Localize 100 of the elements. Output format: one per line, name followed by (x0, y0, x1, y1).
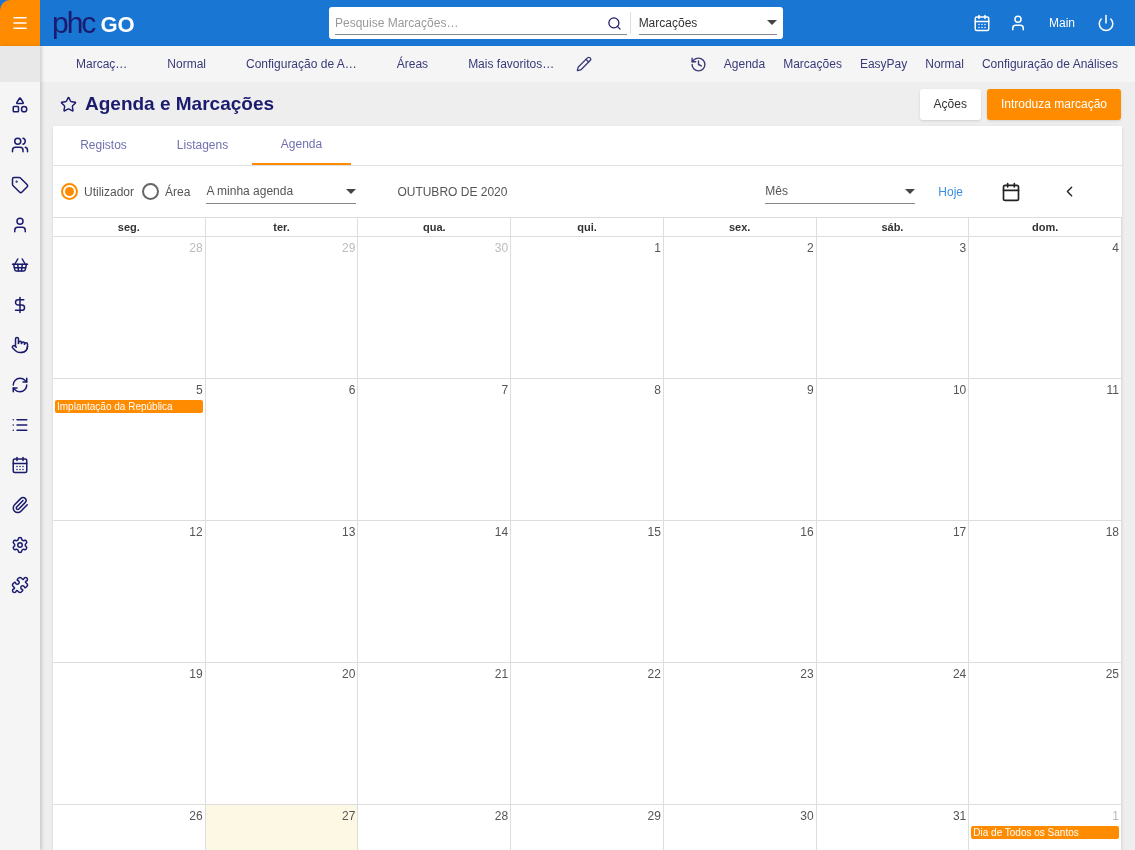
day-number: 28 (494, 808, 510, 825)
day-cell[interactable]: 5 Implantação da República (53, 379, 206, 521)
recent-link[interactable]: Normal (916, 55, 973, 73)
recent-link[interactable]: EasyPay (850, 55, 917, 73)
caret-icon (905, 188, 916, 194)
basket-icon[interactable] (11, 256, 29, 274)
day-number: 31 (952, 808, 968, 825)
day-cell[interactable]: 9 (663, 379, 817, 521)
day-cell[interactable]: 7 (358, 379, 512, 521)
day-cell[interactable]: 27 (205, 805, 359, 850)
day-cell[interactable]: 24 (816, 663, 970, 805)
day-number: 7 (501, 382, 510, 399)
day-cell[interactable]: 6 (205, 379, 359, 521)
day-number: 30 (494, 240, 510, 257)
search-field[interactable]: Pesquise Marcações… (335, 11, 627, 35)
day-cell[interactable]: 14 (358, 521, 512, 663)
search-bar[interactable]: Pesquise Marcações… Marcações (329, 7, 783, 39)
view-dropdown[interactable]: Mês (765, 179, 916, 204)
day-cell[interactable]: 1 (511, 237, 664, 379)
pointer-hand-icon[interactable] (11, 336, 29, 354)
radio-button[interactable] (61, 183, 78, 200)
favorite-link[interactable]: Configuração de A… (226, 55, 377, 73)
actions-button[interactable]: Ações (919, 88, 981, 120)
day-cell[interactable]: 3 (816, 237, 970, 379)
day-cell[interactable]: 10 (816, 379, 970, 521)
day-number: 10 (952, 382, 968, 399)
day-number: 29 (342, 240, 357, 257)
day-number: 12 (189, 524, 204, 541)
power-icon[interactable] (1097, 14, 1115, 32)
day-cell[interactable]: 11 (969, 379, 1122, 521)
day-number: 14 (494, 524, 510, 541)
radio-label[interactable]: Utilizador (84, 182, 134, 201)
weekday-header: seg. (53, 218, 206, 237)
day-cell[interactable]: 13 (205, 521, 359, 663)
search-icon[interactable] (606, 15, 622, 31)
agenda-dropdown[interactable]: A minha agenda (206, 179, 357, 204)
weekday-header: qui. (511, 218, 664, 237)
shapes-icon[interactable] (11, 96, 29, 114)
paperclip-icon[interactable] (11, 496, 29, 514)
day-number: 24 (952, 666, 968, 683)
favorite-star-icon[interactable] (60, 95, 77, 113)
list-icon[interactable] (11, 416, 29, 434)
day-cell[interactable]: 18 (969, 521, 1122, 663)
page-title: Agenda e Marcações (85, 91, 275, 116)
day-cell[interactable]: 30 (663, 805, 817, 850)
calendar-icon[interactable] (1001, 181, 1021, 202)
user-name[interactable]: Main (1049, 14, 1075, 32)
settings-icon[interactable] (11, 536, 29, 554)
favorite-link[interactable]: Áreas (376, 55, 449, 73)
day-number: 9 (806, 382, 815, 399)
day-cell[interactable]: 31 (816, 805, 970, 850)
edit-icon[interactable] (576, 56, 593, 72)
day-cell[interactable]: 23 (663, 663, 817, 805)
period-label: OUTUBRO DE 2020 (397, 183, 508, 201)
recent-link[interactable]: Marcações (774, 55, 851, 73)
radio-label[interactable]: Área (165, 182, 191, 201)
day-cell[interactable]: 28 (358, 805, 512, 850)
day-cell[interactable]: 12 (53, 521, 206, 663)
tag-icon[interactable] (11, 176, 29, 194)
day-cell[interactable]: 19 (53, 663, 206, 805)
day-cell[interactable]: 15 (511, 521, 664, 663)
history-icon[interactable] (689, 55, 707, 73)
day-cell[interactable]: 29 (511, 805, 664, 850)
day-cell[interactable]: 4 (969, 237, 1122, 379)
favorite-link[interactable]: Normal (147, 55, 226, 73)
today-link[interactable]: Hoje (938, 182, 963, 201)
day-cell[interactable]: 17 (816, 521, 970, 663)
puzzle-icon[interactable] (11, 576, 29, 594)
tab[interactable]: Registos (54, 125, 153, 165)
recent-link[interactable]: Configuração de Análises (972, 55, 1127, 73)
day-cell[interactable]: 26 (53, 805, 206, 850)
day-number: 30 (800, 808, 815, 825)
day-number: 20 (342, 666, 357, 683)
day-number: 26 (189, 808, 204, 825)
day-cell[interactable]: 21 (358, 663, 512, 805)
favorite-link[interactable]: Mais favoritos… (448, 55, 575, 73)
recent-link[interactable]: Agenda (714, 55, 775, 73)
caret-icon (346, 188, 357, 194)
tab[interactable]: Agenda (252, 125, 351, 165)
calendar-icon[interactable] (11, 456, 29, 474)
radio-button[interactable] (142, 183, 159, 200)
favorite-link[interactable]: Marcaç… (56, 55, 148, 73)
users-icon[interactable] (11, 136, 29, 154)
scope-dropdown[interactable]: Marcações (638, 11, 777, 35)
day-number: 6 (348, 382, 357, 399)
day-number: 2 (806, 240, 815, 257)
day-cell[interactable]: 25 (969, 663, 1122, 805)
day-number: 1 (1112, 808, 1120, 825)
tab[interactable]: Listagens (153, 125, 252, 165)
day-cell[interactable]: 16 (663, 521, 817, 663)
logo-name: GO (100, 13, 135, 37)
refresh-icon[interactable] (11, 376, 29, 394)
weekday-header: sáb. (816, 218, 970, 237)
day-number: 28 (189, 240, 204, 257)
day-cell[interactable]: 2 (663, 237, 817, 379)
day-cell[interactable]: 8 (511, 379, 664, 521)
user-icon[interactable] (11, 216, 29, 234)
day-cell[interactable]: 22 (511, 663, 664, 805)
day-number: 1 (654, 240, 662, 257)
logo-mark: phc (52, 9, 95, 37)
